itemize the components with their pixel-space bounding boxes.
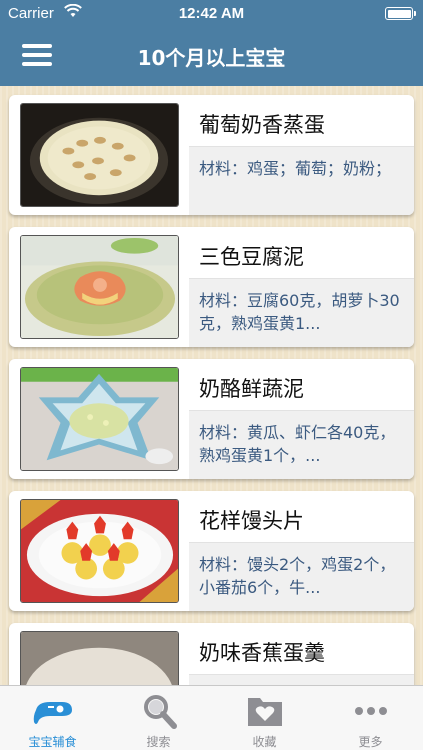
recipe-name: 奶味香蕉蛋羹 — [199, 641, 325, 665]
recipe-name: 三色豆腐泥 — [199, 245, 304, 269]
recipe-ingredients: 材料：鸡蛋；葡萄；奶粉； — [199, 159, 392, 178]
recipe-thumbnail — [20, 367, 179, 471]
tab-label: 搜索 — [146, 735, 171, 749]
tab-favorites[interactable]: 收藏 — [212, 686, 317, 750]
page-title: 10个月以上宝宝 — [137, 46, 286, 70]
search-icon — [144, 695, 177, 729]
favorites-folder-icon — [248, 698, 282, 726]
recipe-thumbnail — [20, 235, 179, 339]
more-icon — [355, 707, 387, 715]
recipe-card[interactable]: 葡萄奶香蒸蛋 材料：鸡蛋；葡萄；奶粉； — [9, 95, 414, 215]
recipe-ingredients: 材料：豆腐60克，胡萝卜30克，熟鸡蛋黄1... — [199, 291, 400, 333]
tab-more[interactable]: 更多 — [318, 686, 423, 750]
tab-search[interactable]: 搜索 — [106, 686, 211, 750]
recipe-name: 花样馒头片 — [199, 509, 304, 533]
recipe-card[interactable]: 花样馒头片 材料：馒头2个，鸡蛋2个，小番茄6个，牛... — [9, 491, 414, 611]
recipe-card[interactable]: 三色豆腐泥 材料：豆腐60克，胡萝卜30克，熟鸡蛋黄1... — [9, 227, 414, 347]
nav-bar: 10个月以上宝宝 — [0, 28, 423, 86]
recipe-card[interactable]: 奶味香蕉蛋羹 — [9, 623, 414, 685]
tab-bar: 宝宝辅食 搜索 收藏 更多 — [0, 685, 423, 750]
recipe-thumbnail — [20, 103, 179, 207]
battery-icon — [385, 7, 416, 20]
tab-label: 更多 — [358, 735, 383, 749]
status-bar: Carrier 12:42 AM — [0, 0, 423, 28]
tab-label: 宝宝辅食 — [28, 735, 77, 749]
recipe-ingredients: 材料：馒头2个，鸡蛋2个，小番茄6个，牛... — [199, 555, 396, 597]
recipe-thumbnail — [20, 499, 179, 603]
recipe-thumbnail — [20, 631, 179, 685]
clock: 12:42 AM — [178, 5, 245, 22]
baby-food-icon — [33, 702, 72, 724]
recipe-card[interactable]: 奶酪鲜蔬泥 材料：黄瓜、虾仁各40克，熟鸡蛋黄1个，... — [9, 359, 414, 479]
tab-label: 收藏 — [252, 735, 277, 749]
recipe-name: 葡萄奶香蒸蛋 — [199, 113, 325, 137]
recipe-list[interactable]: 葡萄奶香蒸蛋 材料：鸡蛋；葡萄；奶粉； 三色豆腐泥 材料：豆腐60克，胡萝卜30… — [0, 86, 423, 685]
recipe-ingredients: 材料：黄瓜、虾仁各40克，熟鸡蛋黄1个，... — [199, 423, 396, 465]
recipe-name: 奶酪鲜蔬泥 — [199, 377, 304, 401]
tab-baby-food[interactable]: 宝宝辅食 — [0, 686, 105, 750]
